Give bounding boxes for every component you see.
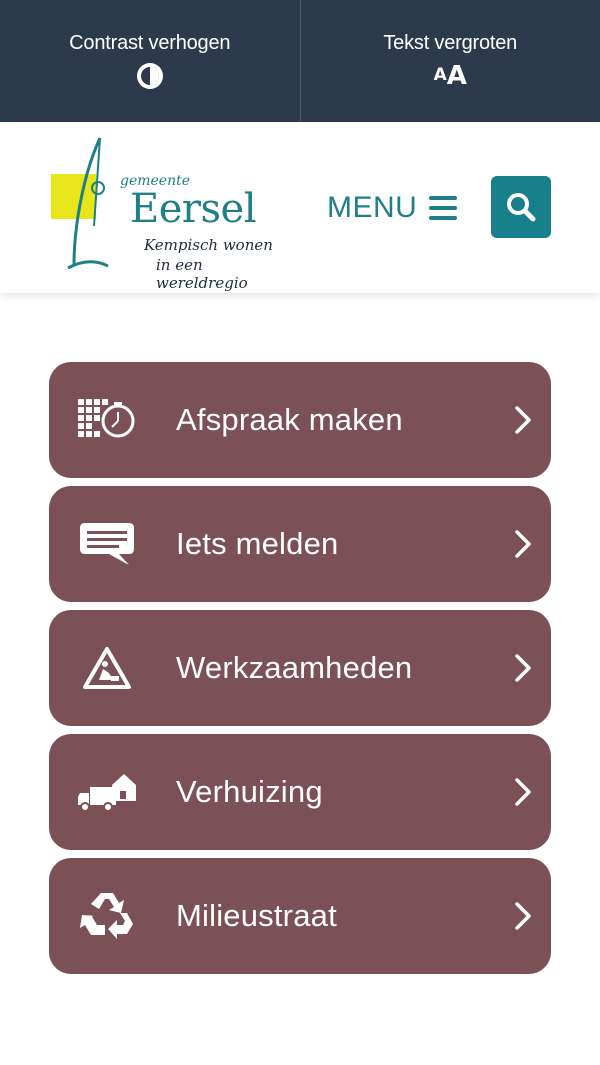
contrast-label: Contrast verhogen: [69, 31, 231, 54]
speech-bubble-icon: [77, 520, 137, 568]
text-size-label: Tekst vergroten: [383, 31, 518, 54]
text-size-button[interactable]: Tekst vergroten AA: [301, 0, 600, 122]
menu-button[interactable]: MENU: [327, 191, 458, 225]
tile-label: Werkzaamheden: [176, 650, 413, 685]
quick-links: Afspraak maken Iets melden Werkzaamheden: [49, 362, 551, 982]
logo-tagline-1: Kempisch wonen: [144, 236, 273, 254]
chevron-right-icon: [515, 530, 531, 558]
tile-label: Iets melden: [176, 526, 339, 561]
tile-iets-melden[interactable]: Iets melden: [49, 486, 551, 602]
tile-label: Milieustraat: [176, 898, 337, 933]
accessibility-bar: Contrast verhogen Tekst vergroten AA: [0, 0, 600, 122]
hamburger-icon: [429, 196, 458, 220]
logo-title: Eersel: [130, 186, 256, 232]
tile-milieustraat[interactable]: Milieustraat: [49, 858, 551, 974]
contrast-toggle-button[interactable]: Contrast verhogen: [0, 0, 301, 122]
recycle-icon: [77, 892, 137, 940]
logo[interactable]: gemeente Eersel Kempisch wonen in een we…: [48, 136, 298, 292]
site-header: gemeente Eersel Kempisch wonen in een we…: [0, 122, 600, 293]
logo-tagline-2: in een wereldregio: [156, 256, 248, 292]
tile-verhuizing[interactable]: Verhuizing: [49, 734, 551, 850]
moving-truck-icon: [77, 768, 137, 816]
tile-werkzaamheden[interactable]: Werkzaamheden: [49, 610, 551, 726]
tile-afspraak-maken[interactable]: Afspraak maken: [49, 362, 551, 478]
tile-label: Verhuizing: [176, 774, 323, 809]
chevron-right-icon: [515, 406, 531, 434]
chevron-right-icon: [515, 654, 531, 682]
contrast-icon: [135, 61, 165, 91]
roadwork-icon: [77, 644, 137, 692]
menu-label: MENU: [327, 191, 418, 224]
search-button[interactable]: [491, 176, 551, 238]
chevron-right-icon: [515, 778, 531, 806]
chevron-right-icon: [515, 902, 531, 930]
calendar-clock-icon: [77, 396, 137, 444]
search-icon: [507, 193, 536, 222]
tile-label: Afspraak maken: [176, 402, 403, 437]
font-size-icon: AA: [433, 60, 467, 91]
